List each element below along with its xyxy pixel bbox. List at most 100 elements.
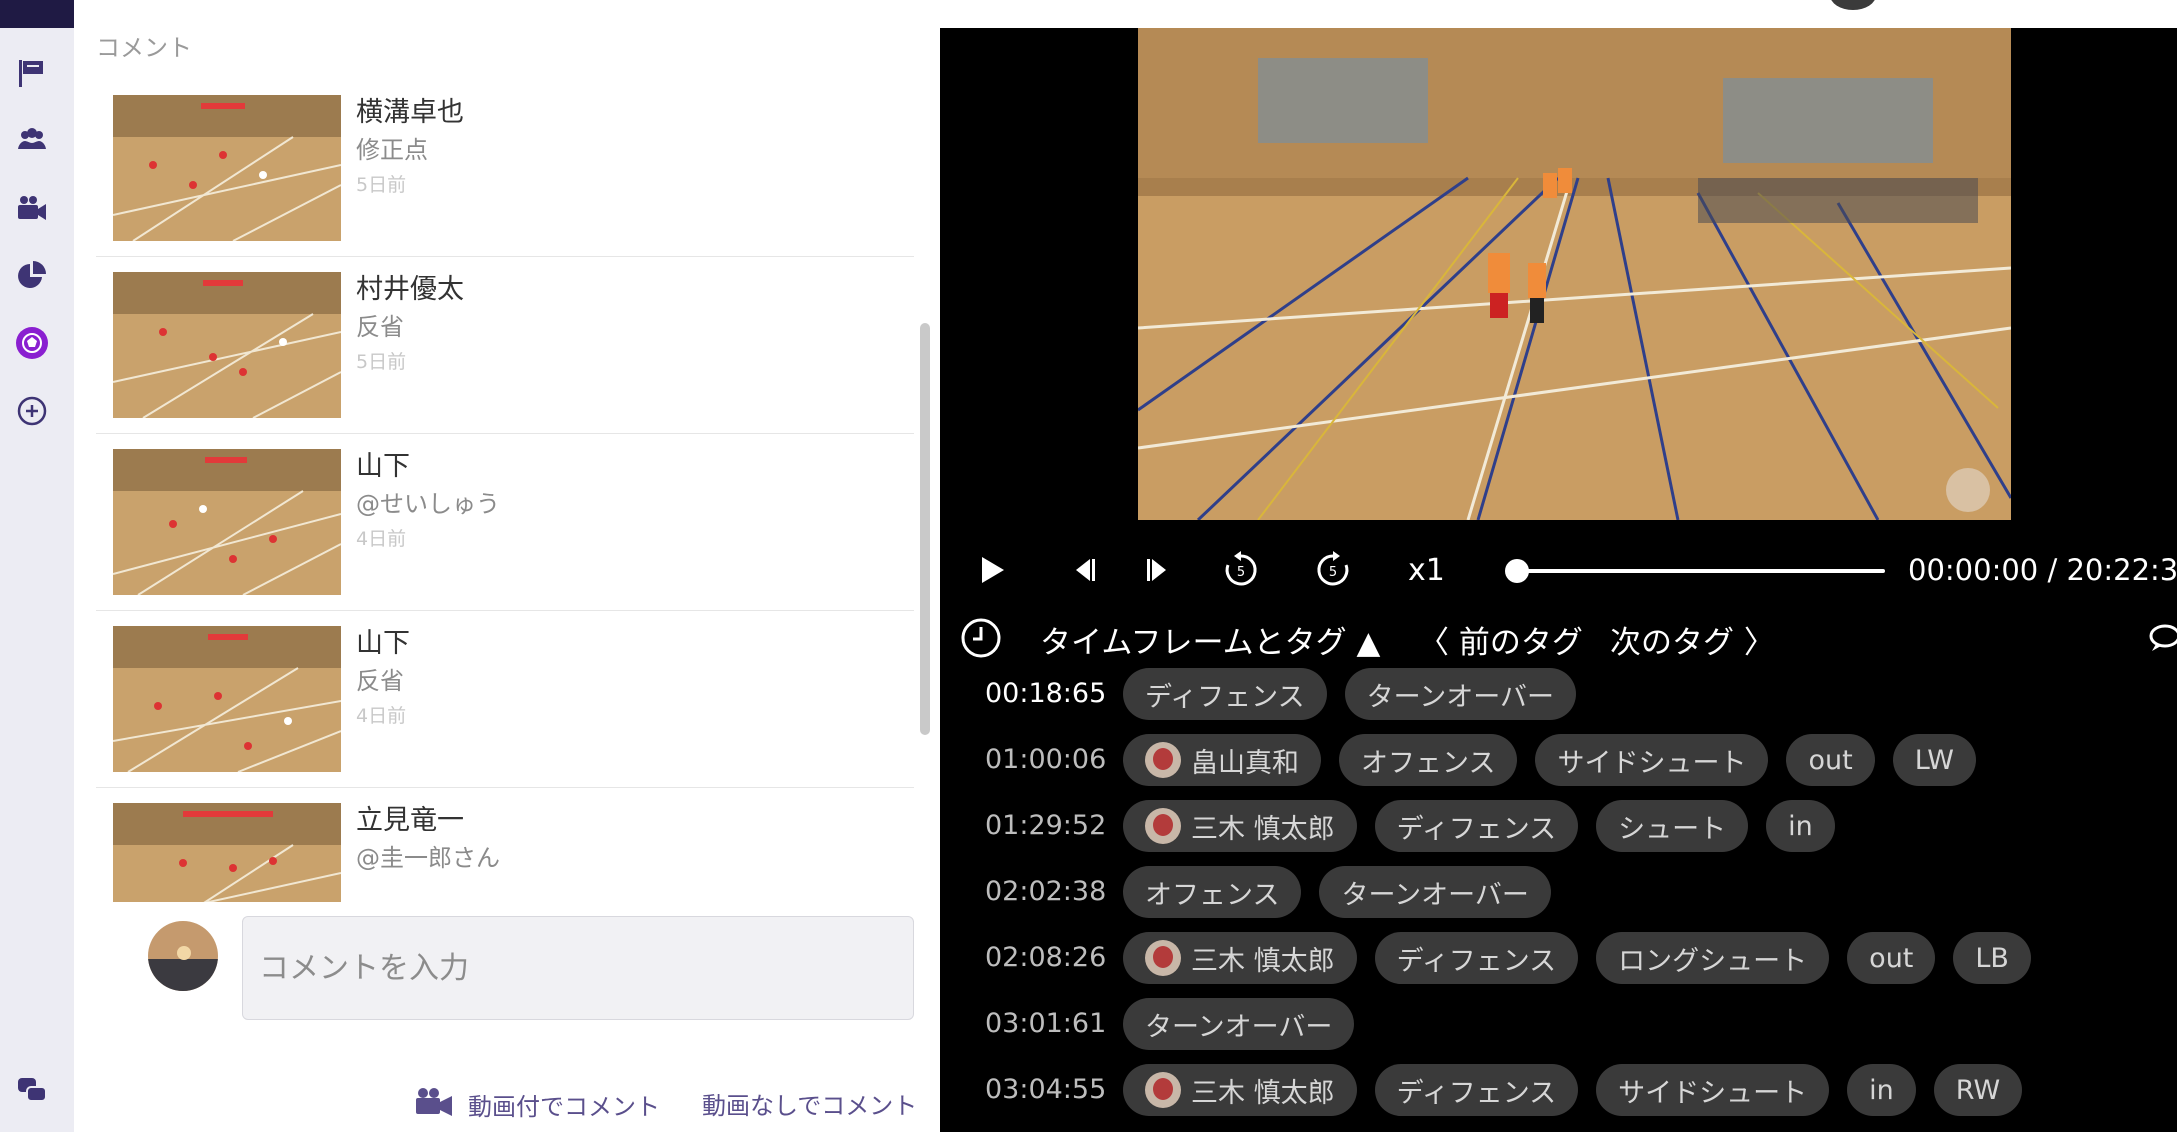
comment-item[interactable]: 立見竜一 @圭一郎さん — [96, 788, 914, 902]
comment-text: @せいしゅう — [356, 490, 500, 518]
sidebar — [0, 28, 75, 1132]
video-camera-icon[interactable] — [15, 191, 49, 225]
user-avatar — [148, 921, 218, 991]
player-avatar — [1145, 742, 1181, 778]
tag-chip[interactable]: out — [1847, 932, 1936, 984]
comment-author: 山下 — [356, 628, 410, 659]
speech-bubble-icon[interactable] — [2148, 623, 2177, 653]
comment-text: 反省 — [356, 313, 404, 341]
tag-row[interactable]: 00:18:65 ディフェンス ターンオーバー — [940, 668, 2177, 724]
player-name: 三木 慎太郎 — [1191, 813, 1335, 845]
tag-time: 00:18:65 — [985, 678, 1107, 709]
frame-forward-icon[interactable] — [1136, 549, 1178, 591]
tag-chip[interactable]: ディフェンス — [1374, 932, 1579, 984]
svg-text:5: 5 — [1237, 565, 1245, 580]
tag-chip[interactable]: in — [1847, 1064, 1916, 1116]
comment-with-video-label: 動画付でコメント — [468, 1092, 660, 1121]
player-chip[interactable]: 三木 慎太郎 — [1123, 932, 1357, 984]
play-icon[interactable] — [970, 549, 1012, 591]
tag-chip[interactable]: サイドシュート — [1535, 734, 1769, 786]
tag-row[interactable]: 02:08:26 三木 慎太郎 ディフェンス ロングシュート out LB — [940, 932, 2177, 988]
comment-text: 反省 — [356, 667, 404, 695]
tag-chip[interactable]: RW — [1933, 1064, 2023, 1116]
video-thumbnail[interactable] — [113, 803, 341, 902]
comment-with-video-button[interactable]: 動画付でコメント — [414, 1086, 660, 1122]
tag-chip[interactable]: LB — [1953, 932, 2031, 984]
tag-chip[interactable]: ディフェンス — [1374, 800, 1579, 852]
playback-controls: 5 5 x1 00:00:00 / 20:22:32 — [940, 543, 2177, 599]
tag-chip[interactable]: ターンオーバー — [1319, 866, 1551, 918]
player-name: 三木 慎太郎 — [1191, 945, 1335, 977]
tag-chip[interactable]: サイドシュート — [1596, 1064, 1830, 1116]
video-frame[interactable] — [1138, 28, 2011, 520]
tag-row[interactable]: 03:01:61 ターンオーバー — [940, 998, 2177, 1054]
time-display: 00:00:00 / 20:22:32 — [1908, 553, 2177, 587]
seek-handle[interactable] — [1505, 559, 1529, 583]
tag-time: 01:29:52 — [985, 810, 1107, 841]
team-icon[interactable] — [15, 123, 49, 157]
comment-time: 5日前 — [356, 174, 407, 196]
player-chip[interactable]: 三木 慎太郎 — [1123, 1064, 1357, 1116]
tag-chip[interactable]: ロングシュート — [1596, 932, 1830, 984]
playback-speed[interactable]: x1 — [1408, 553, 1445, 588]
clock-icon[interactable] — [960, 617, 1002, 659]
player-chip[interactable]: 三木 慎太郎 — [1123, 800, 1357, 852]
add-icon[interactable] — [15, 394, 49, 428]
comments-heading: コメント — [96, 34, 192, 62]
seek-bar[interactable] — [1515, 569, 1885, 573]
tag-list: 00:18:65 ディフェンス ターンオーバー 01:00:06 畠山真和 オフ… — [940, 668, 2177, 1132]
comment-author: 山下 — [356, 451, 410, 482]
tag-chip[interactable]: out — [1786, 734, 1875, 786]
tag-chip[interactable]: ターンオーバー — [1123, 998, 1355, 1050]
tag-row[interactable]: 02:02:38 オフェンス ターンオーバー — [940, 866, 2177, 922]
comment-input[interactable] — [242, 916, 914, 1020]
player-name: 三木 慎太郎 — [1191, 1077, 1335, 1109]
pie-chart-icon[interactable] — [15, 258, 49, 292]
comment-item[interactable]: 横溝卓也 修正点 5日前 — [96, 80, 914, 257]
svg-text:5: 5 — [1329, 565, 1337, 580]
tag-chip[interactable]: ターンオーバー — [1344, 668, 1576, 720]
tag-chip[interactable]: LW — [1892, 734, 1976, 786]
tag-row[interactable]: 01:00:06 畠山真和 オフェンス サイドシュート out LW — [940, 734, 2177, 790]
forward-5s-icon[interactable]: 5 — [1312, 549, 1354, 591]
tag-chip[interactable]: オフェンス — [1123, 866, 1302, 918]
comment-author: 横溝卓也 — [356, 97, 464, 128]
comment-list-scrollbar[interactable] — [920, 323, 930, 735]
tag-chip[interactable]: ディフェンス — [1374, 1064, 1579, 1116]
video-thumbnail[interactable] — [113, 272, 341, 418]
tag-time: 03:01:61 — [985, 1008, 1107, 1039]
player-avatar — [1145, 940, 1181, 976]
chat-bubbles-icon[interactable] — [15, 1074, 49, 1108]
comments-panel: コメント 横溝卓也 修正点 5日前 村井優太 反省 5日前 山下 @せいしゅう … — [74, 28, 940, 1132]
tag-time: 01:00:06 — [985, 744, 1107, 775]
tag-toolbar: タイムフレームとタグ ▲ 〈 前のタグ 次のタグ 〉 — [940, 613, 2177, 663]
tag-chip[interactable]: ディフェンス — [1123, 668, 1327, 720]
tag-chip[interactable]: in — [1766, 800, 1835, 852]
tag-chip[interactable]: シュート — [1596, 800, 1749, 852]
video-thumbnail[interactable] — [113, 95, 341, 241]
frame-back-icon[interactable] — [1064, 549, 1106, 591]
comment-item[interactable]: 村井優太 反省 5日前 — [96, 257, 914, 434]
tag-time: 02:02:38 — [985, 876, 1107, 907]
player-avatar — [1145, 1072, 1181, 1108]
video-thumbnail[interactable] — [113, 449, 341, 595]
next-tag-button[interactable]: 次のタグ 〉 — [1610, 617, 1775, 662]
comment-without-video-button[interactable]: 動画なしでコメント — [702, 1086, 917, 1121]
comment-item[interactable]: 山下 @せいしゅう 4日前 — [96, 434, 914, 611]
flag-icon[interactable] — [15, 56, 49, 90]
player-avatar — [1145, 808, 1181, 844]
comment-time: 4日前 — [356, 528, 407, 550]
player-chip[interactable]: 畠山真和 — [1123, 734, 1321, 786]
video-thumbnail[interactable] — [113, 626, 341, 772]
comment-item[interactable]: 山下 反省 4日前 — [96, 611, 914, 788]
tag-chip[interactable]: オフェンス — [1339, 734, 1518, 786]
ball-icon[interactable] — [15, 326, 49, 360]
tag-row[interactable]: 03:04:55 三木 慎太郎 ディフェンス サイドシュート in RW — [940, 1064, 2177, 1120]
comment-time: 5日前 — [356, 351, 407, 373]
video-player: 5 5 x1 00:00:00 / 20:22:32 タイムフレームとタグ ▲ … — [940, 28, 2177, 1132]
timeframe-tags-toggle[interactable]: タイムフレームとタグ ▲ — [1040, 617, 1380, 662]
comment-time: 4日前 — [356, 705, 407, 727]
rewind-5s-icon[interactable]: 5 — [1220, 549, 1262, 591]
prev-tag-button[interactable]: 〈 前のタグ — [1418, 617, 1583, 662]
tag-row[interactable]: 01:29:52 三木 慎太郎 ディフェンス シュート in — [940, 800, 2177, 856]
